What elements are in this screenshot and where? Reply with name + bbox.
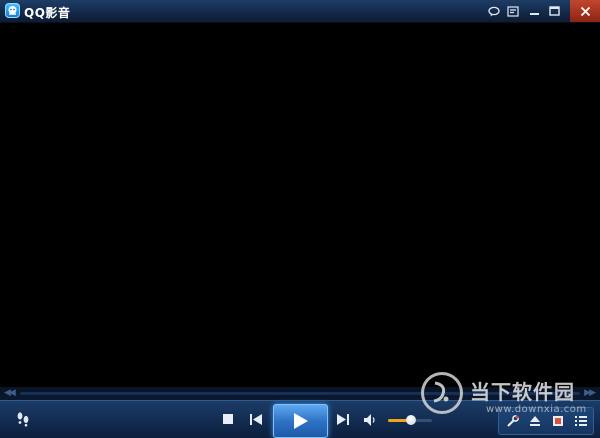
playlist-edit-icon[interactable] <box>505 3 521 19</box>
play-icon[interactable] <box>273 404 328 438</box>
qq-player-logo-icon <box>5 3 20 18</box>
watermark-logo-icon <box>421 372 463 414</box>
footprint-icon[interactable] <box>14 409 32 429</box>
volume-knob[interactable] <box>405 415 416 425</box>
stop-icon[interactable] <box>220 410 236 428</box>
minimize-icon[interactable] <box>526 3 542 19</box>
player-window: QQ影音 ◀◀ ▶▶ 当下软件园 www.downxia.com <box>0 0 600 438</box>
next-icon[interactable] <box>334 410 352 428</box>
maximize-icon[interactable] <box>546 3 562 19</box>
rewind-icon[interactable]: ◀◀ <box>4 388 16 398</box>
close-icon[interactable] <box>570 0 600 22</box>
video-display[interactable] <box>1 23 599 387</box>
watermark-url: www.downxia.com <box>486 404 587 415</box>
volume-icon[interactable] <box>362 411 380 429</box>
watermark-text: 当下软件园 <box>470 380 575 404</box>
previous-icon[interactable] <box>247 410 265 428</box>
chat-bubble-icon[interactable] <box>486 3 502 19</box>
app-title: QQ影音 <box>24 6 71 20</box>
title-bar[interactable]: QQ影音 <box>0 0 600 23</box>
volume-slider[interactable] <box>388 415 432 425</box>
fast-forward-icon[interactable]: ▶▶ <box>584 388 596 398</box>
